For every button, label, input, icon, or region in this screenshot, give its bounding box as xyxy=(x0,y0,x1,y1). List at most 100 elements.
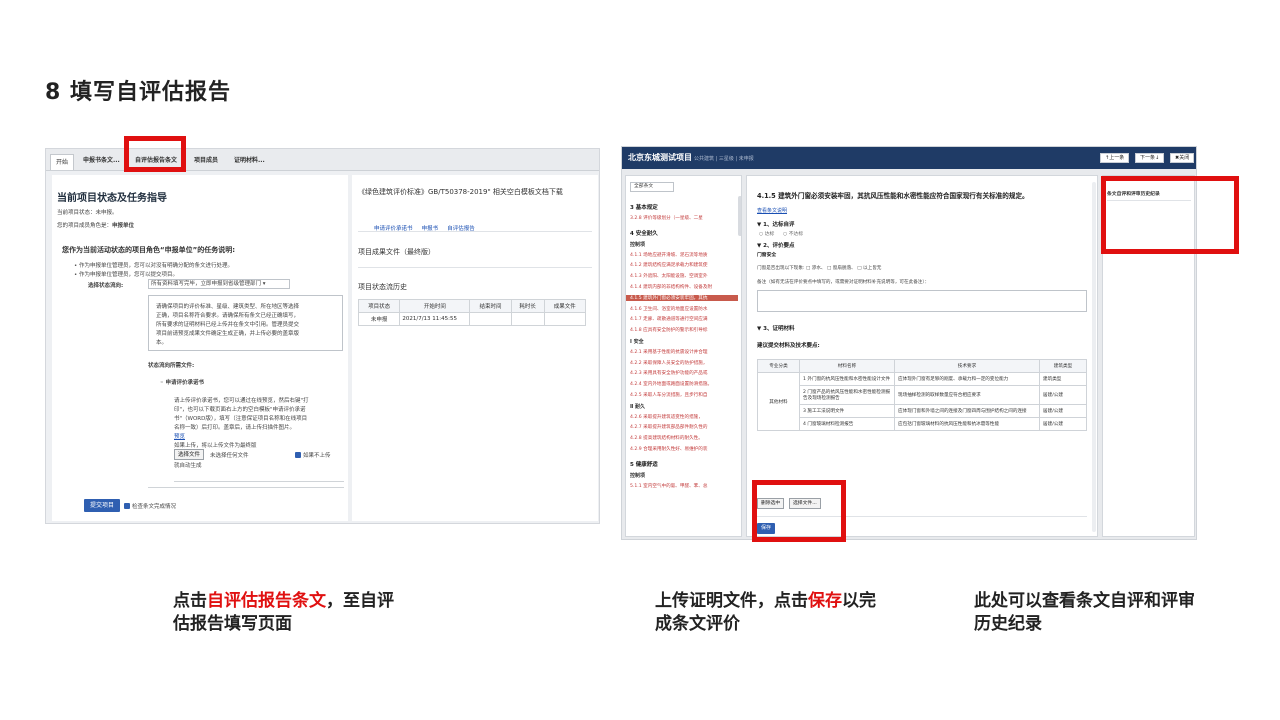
preview-link[interactable]: 预览 xyxy=(174,432,185,440)
status-guide-panel: 当前项目状态及任务指导 当前项目状态：未申报。 您的项目成员角色是：申报单位 您… xyxy=(52,175,348,521)
instruction-box: 请确保项目的评价标准、星级、建筑类型、所在地区等选择 正确，项目名称符合要求。请… xyxy=(148,295,343,351)
slide-title: 8 填写自评估报告 xyxy=(45,80,231,105)
app-topbar: 北京东城测试项目 公共建筑 | 三星级 | 未申报 ↑上一条 下一条↓ ✖关闭 xyxy=(622,147,1196,169)
nav-clause-item[interactable]: 4.1.1 场地应避开滑坡、泥石流等地质 xyxy=(630,252,707,258)
table-row: 其他材料 1 外门窗的抗风压性能和水密性能设计文件 应体现外门窗有足够的刚度、承… xyxy=(757,372,1087,431)
nav-clause-item[interactable]: 4.2.8 提高建筑结构材料的耐久性。 xyxy=(630,435,703,441)
highlight-save-box xyxy=(752,480,846,542)
table-row: 2 门窗产品的抗风压性能和水密性能检测报告及现场检测报告 现场抽样检测的取样数量… xyxy=(758,385,1087,405)
app-title: 北京东城测试项目 xyxy=(628,153,692,162)
required-files-label: 状态流向所需文件: xyxy=(148,363,195,369)
divider xyxy=(358,231,592,232)
divider xyxy=(174,481,344,482)
nav-clause-item[interactable]: 4.1.6 卫生间、浴室的地面应设置防水 xyxy=(630,306,707,312)
nav-section: 5 健康舒适 xyxy=(630,461,658,468)
tab-members[interactable]: 项目成员 xyxy=(189,153,223,169)
tab-start[interactable]: 开始 xyxy=(50,154,75,170)
nav-clause-item[interactable]: 4.1.8 应具有安全防护的警示和引导标 xyxy=(630,327,707,333)
caption-step-3: 此处可以查看条文自评和评审 历史纪录 xyxy=(974,591,1195,634)
scrollbar[interactable] xyxy=(1092,182,1096,532)
remark-textarea[interactable] xyxy=(757,290,1087,312)
no-file-text: 未选择任何文件 xyxy=(210,453,249,459)
scrollbar[interactable] xyxy=(738,196,741,236)
clause-title: 4.1.5 建筑外门窗必须安装牢固，其抗风压性能和水密性能应符合国家现行有关标准… xyxy=(757,192,1029,200)
remark-label: 备注（如有无法在评价要点中填写的，或需要对证明材料补充说明等，可在此备注）： xyxy=(757,280,930,285)
role-value: 申报单位 xyxy=(112,223,135,229)
nav-clause-item[interactable]: 4.2.3 采用具有安全防护功能的产品或 xyxy=(630,370,707,376)
flow-history-heading: 项目状态流历史 xyxy=(358,283,407,291)
pass-radio[interactable]: ○ 达标 xyxy=(759,230,774,237)
highlight-history-box xyxy=(1101,176,1239,254)
bullet-2: • 作为申报单位管理员，您可以提交项目。 xyxy=(74,272,179,278)
nav-subsection: 控制项 xyxy=(630,472,646,479)
table-header: 建筑类型 xyxy=(1039,359,1087,373)
role-line: 您的项目成员角色是：申报单位 xyxy=(57,221,134,229)
door-safety-label: 门窗安全 xyxy=(757,253,777,258)
nav-clause-item[interactable]: 4.2.4 室内外地面或路面设置防滑措施。 xyxy=(630,381,712,387)
divider xyxy=(148,487,344,488)
check-options[interactable]: 门窗是否出现以下现象: □ 渗水、 □ 窗扇脱落、 □ 以上皆无 xyxy=(757,265,881,271)
view-clause-link[interactable]: 查看条文说明 xyxy=(757,207,787,214)
auto-generate-text: 就自动生成 xyxy=(174,463,202,469)
check-completion-checkbox[interactable]: 检查条文完成情况 xyxy=(124,502,176,510)
clause-filter-select[interactable]: 全部条文 xyxy=(630,182,674,192)
table-header: 材料名称 xyxy=(799,359,895,373)
nav-clause-item[interactable]: 4.2.1 采用基于性能的抗震设计并合理 xyxy=(630,349,707,355)
section-key-points: ▼ 2、评价要点 xyxy=(757,243,795,249)
nav-clause-item[interactable]: 4.2.5 采取人车分流措施，且步行和自 xyxy=(630,392,707,398)
direction-label: 选择状态流向: xyxy=(88,283,124,289)
nav-clause-item[interactable]: 4.2.2 采取保障人员安全的防护措施， xyxy=(630,360,707,366)
table-row: 3 施工工法说明文件 应体现门窗和外墙之间的连接及门窗四周与围护结构之间的连接 … xyxy=(758,404,1087,418)
nav-clause-item[interactable]: 4.1.7 走廊、疏散通道等通行空间应满 xyxy=(630,316,707,322)
nav-subsection: 控制项 xyxy=(630,241,646,248)
flow-history-table: 项目状态 开始时间 结束时间 耗时长 成果文件 未申报 2021/7/13 11… xyxy=(357,299,587,326)
no-upload-checkbox[interactable]: 如果不上传 xyxy=(295,451,331,459)
table-header: 结束时间 xyxy=(469,299,512,313)
choose-file-button[interactable]: 选择文件 xyxy=(174,449,205,460)
project-files-panel: 《绿色建筑评价标准》GB/T50378-2019" 相关空白模板文档下载 申请评… xyxy=(352,175,598,521)
template-title: 《绿色建筑评价标准》GB/T50378-2019" 相关空白模板文档下载 xyxy=(358,188,563,196)
nav-clause-item[interactable]: 3.2.8 评价等级划分（一星级、二星 xyxy=(630,215,703,221)
nav-clause-item[interactable]: 4.2.7 采取提升建筑部品部件耐久性的 xyxy=(630,424,707,430)
nav-clause-item[interactable]: 4.1.3 外遮阳、太阳能设施、空调室外 xyxy=(630,273,707,279)
nav-clause-item[interactable]: 4.1.5 建筑外门窗必须安装牢固，其抗 xyxy=(626,294,738,301)
table-header: 技术要求 xyxy=(894,359,1040,373)
next-clause-button[interactable]: 下一条↓ xyxy=(1135,153,1165,163)
nav-subsection: Ⅰ 安全 xyxy=(630,339,644,345)
status-heading: 当前项目状态及任务指导 xyxy=(57,193,167,204)
table-header: 耗时长 xyxy=(510,299,545,313)
breadcrumb: 公共建筑 | 三星级 | 未申报 xyxy=(694,156,754,162)
close-button[interactable]: ✖关闭 xyxy=(1170,153,1195,163)
submit-project-button[interactable]: 提交项目 xyxy=(84,499,121,512)
table-header: 开始时间 xyxy=(399,299,471,313)
suggest-label: 建议提交材料及技术要点: xyxy=(757,343,820,349)
fail-radio[interactable]: ○ 不达标 xyxy=(783,230,803,237)
result-files-heading: 项目成果文件（最终版） xyxy=(358,248,435,256)
nav-section: 3 基本规定 xyxy=(630,205,658,211)
nav-clause-item[interactable]: 5.1.1 室内空气中的氨、甲醛、苯、总 xyxy=(630,483,707,489)
status-line: 当前项目状态：未申报。 xyxy=(57,210,118,216)
caption-step-1: 点击自评估报告条文，至自评 估报告填写页面 xyxy=(173,591,394,634)
role-label: 您的项目成员角色是： xyxy=(57,223,113,229)
nav-clause-item[interactable]: 4.1.4 建筑内部的非结构构件、设备及附 xyxy=(630,284,712,290)
nav-clause-item[interactable]: 4.2.6 采取提升建筑适变性的措施， xyxy=(630,414,703,420)
divider xyxy=(358,267,592,268)
clause-nav-panel: 全部条文 3 基本规定 3.2.8 评价等级划分（一星级、二星 4 安全耐久 控制项 4… xyxy=(625,175,742,537)
table-row: 未申报 2021/7/13 11:45:55 xyxy=(357,312,587,326)
final-version-note: 如果上传，将以上传文件为最终版 xyxy=(174,443,257,449)
tab-application[interactable]: 申报书条文... xyxy=(78,153,125,169)
nav-clause-item[interactable]: 4.2.9 合理采用耐久性好、易维护的装 xyxy=(630,446,707,452)
tab-materials[interactable]: 证明材料... xyxy=(229,153,270,169)
screenshot-project-status: 开始 申报书条文... 自评估报告条文 项目成员 证明材料... 当前项目状态及… xyxy=(45,148,600,524)
direction-select[interactable]: 所有资料填写完毕，立即申报到省级管理部门 ▾ xyxy=(148,279,290,289)
caption-step-2: 上传证明文件，点击保存以完 成条文评价 xyxy=(655,591,876,634)
section-evidence: ▼ 3、证明材料 xyxy=(757,326,795,332)
checkbox-icon xyxy=(124,503,130,509)
nav-section: 4 安全耐久 xyxy=(630,230,658,237)
task-heading: 您作为当前活动状态的项目角色“申报单位”的任务说明: xyxy=(62,246,235,254)
chevron-down-icon: ▾ xyxy=(262,281,266,287)
prev-clause-button[interactable]: ↑上一条 xyxy=(1100,153,1130,163)
checkbox-icon xyxy=(295,452,301,458)
nav-clause-item[interactable]: 4.1.2 建筑结构应满足承载力和建筑使 xyxy=(630,262,707,268)
highlight-tab-box xyxy=(124,136,186,172)
